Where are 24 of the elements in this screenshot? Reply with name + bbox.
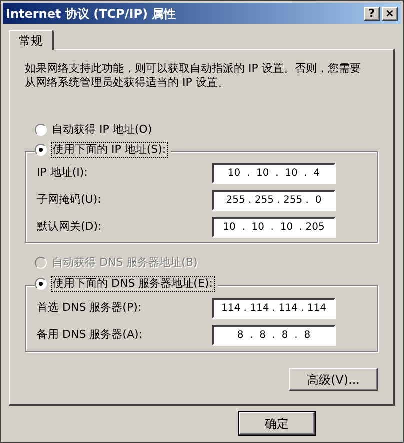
radio-button[interactable] <box>35 144 47 156</box>
radio-label: 自动获得 IP 地址(O) <box>52 123 152 137</box>
ip-field[interactable]: 10 . 10 . 10 . 4 <box>212 163 336 184</box>
field-label: 默认网关(D): <box>37 219 103 236</box>
ip-field[interactable]: 114 . 114 . 114 . 114 <box>212 298 336 319</box>
close-button[interactable]: × <box>382 6 398 20</box>
field-label: IP 地址(I): <box>37 165 89 182</box>
ok-button[interactable]: 确定 <box>239 412 315 435</box>
radio-label: 使用下面的 DNS 服务器地址(E): <box>52 277 214 291</box>
radio-label: 自动获得 DNS 服务器地址(B) <box>52 256 198 270</box>
radio-button[interactable] <box>35 278 47 290</box>
ip-field[interactable]: 255 . 255 . 255 . 0 <box>212 190 336 211</box>
ip-field[interactable]: 10 . 10 . 10 . 205 <box>212 217 336 238</box>
description-text: 如果网络支持此功能，则可以获取自动指派的 IP 设置。否则，您需要从网络系统管理员处获得适当的 IP 设置。 <box>25 62 362 90</box>
radio-label: 使用下面的 IP 地址(S): <box>52 143 168 157</box>
radio-button[interactable] <box>35 124 47 136</box>
ip-field[interactable]: 8 . 8 . 8 . 8 <box>212 325 336 346</box>
help-button[interactable]: ? <box>364 6 380 20</box>
field-label: 首选 DNS 服务器(P): <box>37 300 143 316</box>
advanced-button[interactable]: 高级(V)... <box>289 368 378 391</box>
field-label: 备用 DNS 服务器(A): <box>37 327 144 344</box>
window-title: Internet 协议 (TCP/IP) 属性 <box>6 6 178 22</box>
tab[interactable]: 常规 <box>9 30 54 50</box>
field-label: 子网掩码(U): <box>37 192 102 208</box>
